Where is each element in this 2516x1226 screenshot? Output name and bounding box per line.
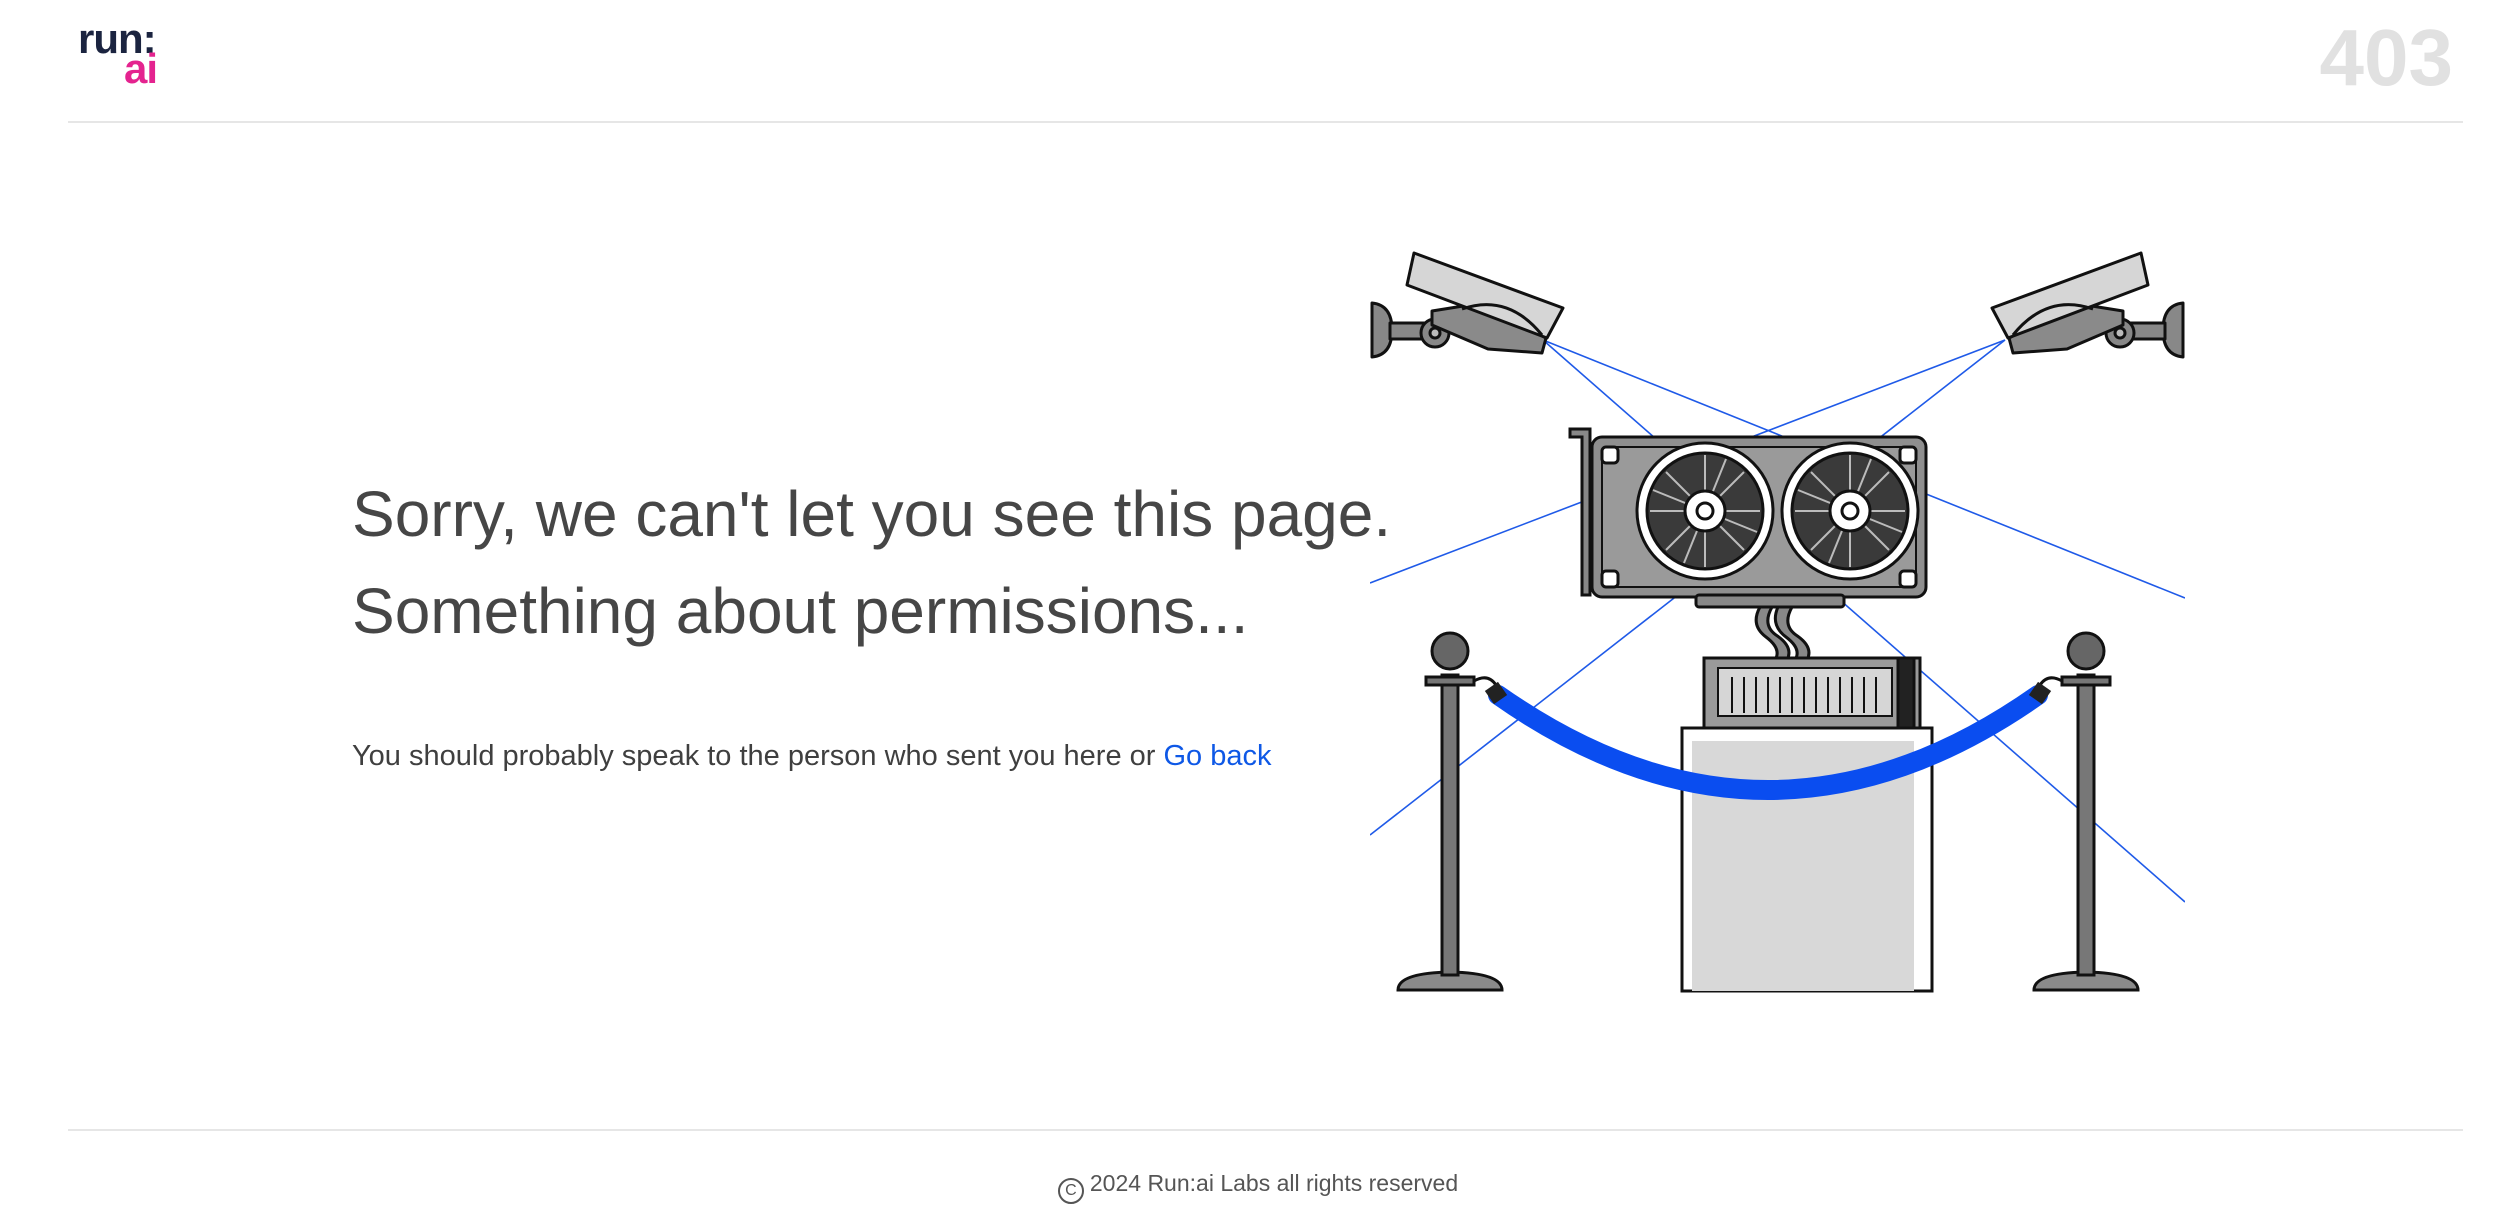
headline-line-1: Sorry, we can't let you see this page. bbox=[352, 478, 1392, 550]
header: run: ai 403 bbox=[68, 0, 2463, 123]
power-cables-icon bbox=[1754, 605, 1811, 662]
runai-logo[interactable]: run: ai bbox=[78, 18, 178, 92]
footer-divider bbox=[68, 1129, 2463, 1131]
copyright-text: 2024 Run:ai Labs all rights reserved bbox=[1089, 1170, 1459, 1196]
logo-ai-text: ai bbox=[124, 45, 158, 92]
help-message: You should probably speak to the person … bbox=[352, 740, 1362, 773]
footer: C 2024 Run:ai Labs all rights reserved bbox=[0, 1170, 2516, 1204]
copyright-icon: C bbox=[1057, 1178, 1084, 1204]
stanchion-left-icon bbox=[1396, 631, 1504, 992]
help-message-text: You should probably speak to the person … bbox=[352, 740, 1156, 772]
error-code: 403 bbox=[2319, 13, 2453, 102]
go-back-link[interactable]: Go back bbox=[1163, 740, 1271, 772]
camera-left-icon bbox=[1370, 251, 1565, 359]
fan-right-icon bbox=[1780, 441, 1920, 581]
gpu-card-icon bbox=[1568, 427, 1928, 609]
stanchion-right-icon bbox=[2032, 631, 2140, 992]
headline-line-2: Something about permissions... bbox=[352, 575, 1249, 647]
error-message-block: Sorry, we can't let you see this page. S… bbox=[352, 466, 1392, 773]
camera-right-icon bbox=[1990, 251, 2185, 359]
gpu-security-illustration bbox=[1370, 251, 2185, 993]
pedestal-icon bbox=[1680, 656, 1934, 993]
fan-left-icon bbox=[1635, 441, 1775, 581]
